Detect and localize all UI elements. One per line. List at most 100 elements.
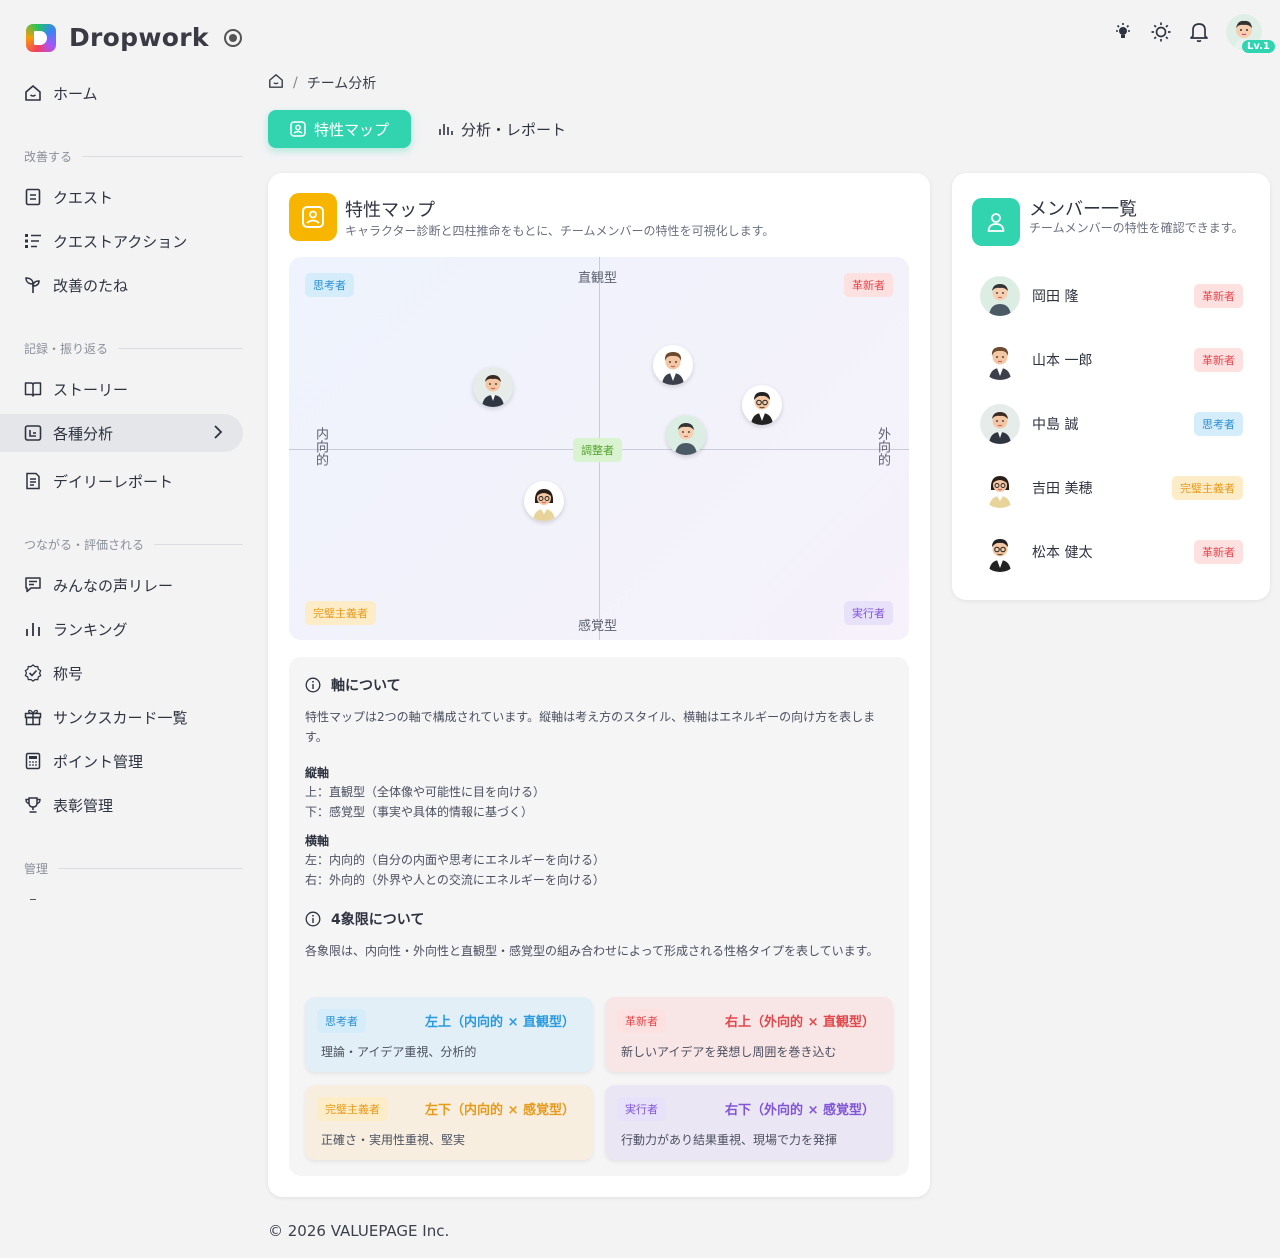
card-title: メンバー一覧 — [1029, 199, 1137, 220]
sidebar-item-quest[interactable]: クエスト — [0, 178, 243, 216]
sidebar-item-titles[interactable]: 称号 — [0, 654, 243, 692]
map-avatar-yamamoto[interactable] — [653, 345, 693, 385]
card-subtitle: キャラクター診断と四柱推命をもとに、チームメンバーの特性を可視化します。 — [345, 224, 775, 238]
sidebar-item-points[interactable]: ポイント管理 — [0, 742, 243, 780]
quadrant-badge: 革新者 — [617, 1009, 666, 1033]
level-badge: Lv.1 — [1242, 40, 1275, 53]
axis-label-bottom: 感覚型 — [578, 619, 618, 634]
quadrant-badge-thinker: 思考者 — [305, 273, 354, 297]
member-type-badge: 革新者 — [1194, 284, 1243, 308]
section-record: 記録・振り返る — [24, 340, 243, 357]
list-icon — [24, 232, 42, 250]
map-avatar-nakajima[interactable] — [473, 367, 513, 407]
tab-label: 分析・レポート — [461, 120, 567, 139]
quadrant-badge: 実行者 — [617, 1097, 666, 1121]
sun-icon[interactable] — [1150, 21, 1172, 43]
card-title: 特性マップ — [345, 200, 435, 221]
axis-label-left: 内向的 — [313, 427, 328, 466]
trait-map: 直観型 感覚型 内向的 外向的 思考者 革新者 完璧主義者 実行者 調整者 — [289, 257, 909, 640]
member-name: 山本 一郎 — [1032, 353, 1093, 369]
breadcrumb-current: チーム分析 — [306, 76, 377, 92]
sidebar-item-thanks-cards[interactable]: サンクスカード一覧 — [0, 698, 243, 736]
chat-icon — [24, 576, 42, 594]
sidebar-item-label: クエスト — [53, 188, 114, 207]
map-avatar-okada[interactable] — [666, 415, 706, 455]
trait-map-card: 特性マップ キャラクター診断と四柱推命をもとに、チームメンバーの特性を可視化しま… — [268, 173, 930, 1197]
horizontal-axis-right: 右：外向的（外界や人との交流にエネルギーを向ける） — [305, 873, 605, 887]
member-avatar — [980, 276, 1020, 316]
bell-icon[interactable] — [1188, 21, 1210, 43]
quadrant-title: 左下（内向的 × 感覚型） — [425, 1103, 575, 1118]
member-avatar — [980, 532, 1020, 572]
quadrant-title: 右下（外向的 × 感覚型） — [725, 1103, 875, 1118]
quadrant-title: 左上（内向的 × 直観型） — [425, 1015, 575, 1030]
user-avatar[interactable]: Lv.1 — [1226, 14, 1275, 53]
home-icon — [24, 84, 42, 102]
sidebar-item-daily-report[interactable]: デイリーレポート — [0, 462, 243, 500]
quadrant-badge-perfectionist: 完璧主義者 — [305, 601, 376, 625]
member-type-badge: 思考者 — [1194, 412, 1243, 436]
sidebar-item-awards[interactable]: 表彰管理 — [0, 786, 243, 824]
quadrant-title: 右上（外向的 × 直観型） — [725, 1015, 875, 1030]
member-row[interactable]: 吉田 美穂 完璧主義者 — [980, 468, 1243, 508]
sidebar-item-label: クエストアクション — [53, 232, 188, 251]
bar-chart-icon — [439, 124, 453, 135]
axis-label-top: 直観型 — [578, 271, 618, 286]
chevron-right-icon — [213, 424, 223, 444]
horizontal-axis-left: 左：内向的（自分の内面や思考にエネルギーを向ける） — [305, 853, 606, 867]
sidebar-divider — [30, 899, 36, 900]
tab-trait-map[interactable]: 特性マップ — [268, 110, 411, 148]
gift-icon — [24, 708, 42, 726]
member-avatar — [980, 468, 1020, 508]
map-avatar-matsumoto[interactable] — [742, 385, 782, 425]
lightbulb-icon[interactable] — [1112, 21, 1134, 43]
axis-label-right: 外向的 — [875, 427, 890, 466]
logo[interactable]: Dropwork — [26, 23, 209, 52]
tab-analysis-report[interactable]: 分析・レポート — [437, 110, 566, 148]
member-type-badge: 完璧主義者 — [1172, 476, 1243, 500]
member-row[interactable]: 中島 誠 思考者 — [980, 404, 1243, 444]
vertical-axis-up: 上：直観型（全体像や可能性に目を向ける） — [305, 785, 546, 799]
member-row[interactable]: 山本 一郎 革新者 — [980, 340, 1243, 380]
calculator-icon — [24, 752, 42, 770]
sidebar-item-label: 改善のたね — [53, 276, 129, 295]
sidebar-item-label: 称号 — [53, 664, 84, 683]
trait-map-icon — [289, 193, 337, 241]
member-avatar — [980, 404, 1020, 444]
sidebar: Dropwork ホーム 改善する クエスト クエストアクション 改善のたね 記… — [0, 0, 250, 1258]
quadrant-desc: 正確さ・実用性重視、堅実 — [321, 1133, 466, 1147]
sidebar-item-ranking[interactable]: ランキング — [0, 610, 243, 648]
breadcrumb-separator: / — [293, 75, 298, 91]
quadrant-badge: 完璧主義者 — [317, 1097, 388, 1121]
axis-description: 特性マップは2つの軸で構成されています。縦軸は考え方のスタイル、横軸はエネルギー… — [305, 710, 876, 744]
sidebar-item-label: 各種分析 — [53, 424, 114, 443]
map-avatar-yoshida[interactable] — [524, 481, 564, 521]
member-row[interactable]: 松本 健太 革新者 — [980, 532, 1243, 572]
quadrant-badge-innovator: 革新者 — [844, 273, 893, 297]
horizontal-axis-title: 横軸 — [305, 834, 330, 848]
footer-copyright: © 2026 VALUEPAGE Inc. — [268, 1222, 450, 1240]
sidebar-item-story[interactable]: ストーリー — [0, 370, 243, 408]
sidebar-item-voice-relay[interactable]: みんなの声リレー — [0, 566, 243, 604]
info-panel: 軸について 特性マップは2つの軸で構成されています。縦軸は考え方のスタイル、横軸… — [289, 657, 909, 1176]
breadcrumb-home-icon[interactable] — [268, 73, 284, 93]
sidebar-item-quest-action[interactable]: クエストアクション — [0, 222, 243, 260]
sidebar-item-label: デイリーレポート — [53, 472, 174, 491]
sidebar-item-label: みんなの声リレー — [53, 576, 174, 595]
sidebar-item-home[interactable]: ホーム — [0, 74, 243, 112]
info-icon — [305, 911, 321, 927]
info-icon — [305, 677, 321, 693]
sidebar-toggle-icon[interactable] — [224, 29, 242, 47]
member-row[interactable]: 岡田 隆 革新者 — [980, 276, 1243, 316]
member-name: 岡田 隆 — [1032, 289, 1079, 305]
breadcrumb: / チーム分析 — [268, 73, 376, 93]
user-icon — [972, 198, 1020, 246]
center-badge-coordinator: 調整者 — [573, 438, 622, 462]
book-icon — [24, 380, 42, 398]
member-name: 吉田 美穂 — [1032, 481, 1093, 497]
quadrant-description: 各象限は、内向性・外向性と直観型・感覚型の組み合わせによって形成される性格タイプ… — [305, 944, 879, 958]
sidebar-item-seeds[interactable]: 改善のたね — [0, 266, 243, 304]
logo-text: Dropwork — [69, 23, 209, 52]
analysis-icon — [24, 424, 42, 442]
sidebar-item-analysis[interactable]: 各種分析 — [0, 414, 243, 452]
